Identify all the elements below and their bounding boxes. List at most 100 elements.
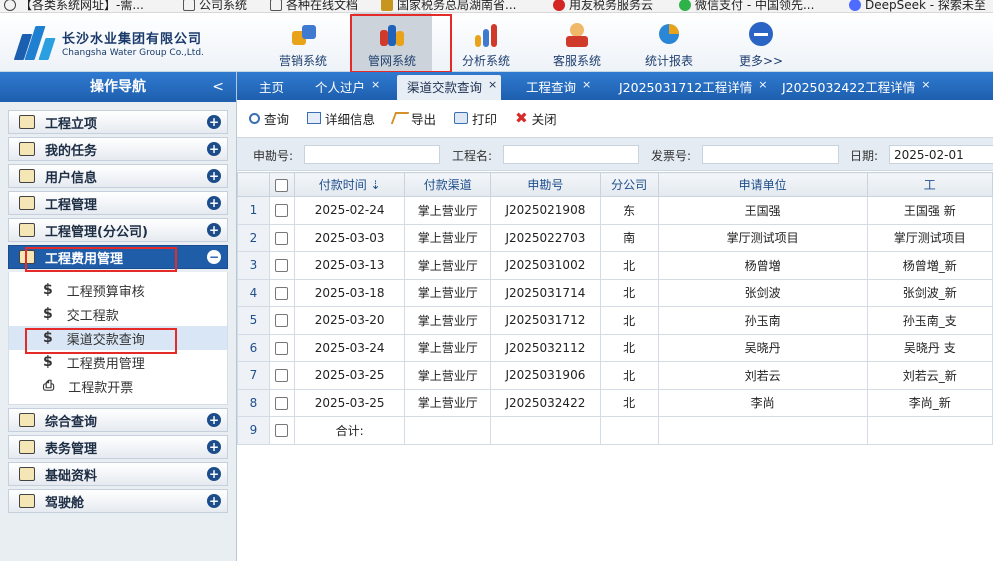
nav-sub-fee-management[interactable]: $ 工程费用管理 (9, 350, 227, 374)
col-header-branch[interactable]: 分公司 (599, 172, 659, 197)
nav-group-comprehensive-query[interactable]: 综合查询 + (8, 408, 228, 432)
nav-sub-channel-payment-query[interactable]: $ 渠道交款查询 (9, 326, 227, 350)
print-button[interactable]: 打印 (454, 109, 497, 128)
bookmark-item[interactable]: 公司系统 (183, 0, 247, 12)
export-button[interactable]: 导出 (390, 109, 436, 128)
tab-project-detail-2[interactable]: J2025032422工程详情 × (772, 75, 934, 100)
table-row[interactable]: 3 2025-03-13 掌上营业厅 J2025031002 北杨曾増 杨曾増_新 (237, 251, 993, 280)
invoice-no-input[interactable] (702, 145, 839, 164)
topnav-pipe-network[interactable]: 管网系统 (352, 13, 432, 72)
checkbox[interactable] (275, 369, 289, 383)
tab-project-query[interactable]: 工程查询 × (516, 75, 595, 100)
row-checkbox-cell[interactable] (268, 333, 295, 362)
checkbox[interactable] (275, 424, 289, 438)
row-checkbox-cell[interactable] (268, 278, 295, 307)
close-icon[interactable]: × (582, 78, 591, 91)
bookmark-item[interactable]: 【各类系统网址】-需... (4, 0, 144, 12)
table-row[interactable]: 1 2025-02-24 掌上营业厅 J2025021908 东王国强 王国强 新 (237, 196, 993, 225)
row-checkbox-cell[interactable] (268, 196, 295, 225)
checkbox[interactable] (275, 231, 289, 245)
cell-payment-channel: 掌上营业厅 (404, 361, 492, 390)
row-checkbox-cell[interactable] (268, 416, 295, 445)
project-name-input[interactable] (503, 145, 639, 164)
tab-home[interactable]: 主页 (249, 75, 288, 100)
nav-group-project-management-branch[interactable]: 工程管理(分公司) + (8, 218, 228, 242)
nav-title: 操作导航 < (0, 72, 236, 102)
nav-group-basic-data[interactable]: 基础资料 + (8, 462, 228, 486)
select-all-checkbox[interactable] (268, 172, 295, 197)
bookmark-item[interactable]: 各种在线文档 (270, 0, 358, 12)
col-header-survey-no[interactable]: 申勘号 (490, 172, 601, 197)
row-checkbox-cell[interactable] (268, 388, 295, 417)
cabinet-icon (19, 223, 35, 237)
col-header-payment-channel[interactable]: 付款渠道 (404, 172, 492, 197)
checkbox[interactable] (275, 314, 289, 328)
expand-icon[interactable]: + (207, 494, 221, 508)
table-row[interactable]: 5 2025-03-20 掌上营业厅 J2025031712 北孙玉南 孙玉南_支 (237, 306, 993, 335)
expand-icon[interactable]: + (207, 169, 221, 183)
expand-icon[interactable]: + (207, 223, 221, 237)
col-header-payment-time[interactable]: 付款时间 ⇣ (293, 172, 406, 197)
bookmark-item[interactable]: 国家税务总局湖南省... (381, 0, 516, 12)
bookmark-item[interactable]: 用友税务服务云 (553, 0, 653, 12)
bookmark-item[interactable]: 微信支付 - 中国领先... (679, 0, 814, 12)
nav-sub-pay-project-fee[interactable]: $ 交工程款 (9, 302, 227, 326)
close-icon[interactable]: × (921, 78, 930, 91)
checkbox[interactable] (275, 396, 289, 410)
row-checkbox-cell[interactable] (268, 306, 295, 335)
nav-group-user-info[interactable]: 用户信息 + (8, 164, 228, 188)
close-icon[interactable]: × (758, 78, 767, 91)
cell-applicant: 杨曾増 (657, 251, 868, 280)
nav-group-cockpit[interactable]: 驾驶舱 + (8, 489, 228, 513)
nav-group-project-setup[interactable]: 工程立项 + (8, 110, 228, 134)
cell-payment-time: 2025-03-24 (293, 333, 406, 362)
row-checkbox-cell[interactable] (268, 251, 295, 280)
topnav-statistics[interactable]: 统计报表 (629, 13, 709, 72)
close-icon[interactable]: × (488, 78, 497, 91)
topnav-analysis[interactable]: 分析系统 (446, 13, 526, 72)
query-button[interactable]: 查询 (249, 109, 289, 128)
nav-sub-invoicing[interactable]: ⎙ 工程款开票 (9, 374, 227, 398)
col-header-applicant[interactable]: 申请单位 (657, 172, 868, 197)
nav-group-project-management[interactable]: 工程管理 + (8, 191, 228, 215)
survey-no-input[interactable] (304, 145, 440, 164)
bookmark-item[interactable]: DeepSeek - 探索未至 (849, 0, 986, 12)
table-row[interactable]: 7 2025-03-25 掌上营业厅 J2025031906 北刘若云 刘若云_新 (237, 361, 993, 390)
table-row[interactable]: 2 2025-03-03 掌上营业厅 J2025022703 南掌厅测试项目 掌厅测试项目 (237, 223, 993, 252)
date-input[interactable] (889, 145, 993, 164)
topnav-customer-service[interactable]: 客服系统 (537, 13, 617, 72)
row-checkbox-cell[interactable] (268, 361, 295, 390)
filter-bar: 申勘号: 工程名: 发票号: 日期: (237, 137, 993, 171)
expand-icon[interactable]: + (207, 142, 221, 156)
expand-icon[interactable]: + (207, 115, 221, 129)
checkbox[interactable] (275, 204, 289, 218)
collapse-icon[interactable]: < (212, 72, 224, 102)
nav-group-project-fee-management[interactable]: 工程费用管理 − (8, 245, 228, 269)
checkbox[interactable] (275, 341, 289, 355)
checkbox[interactable] (275, 286, 289, 300)
checkbox[interactable] (275, 259, 289, 273)
table-row[interactable]: 6 2025-03-24 掌上营业厅 J2025032112 北吴晓丹 吴晓丹 支 (237, 333, 993, 362)
row-checkbox-cell[interactable] (268, 223, 295, 252)
close-icon[interactable]: × (371, 78, 380, 91)
expand-icon[interactable]: + (207, 196, 221, 210)
close-button[interactable]: ✖ 关闭 (515, 109, 557, 128)
topnav-more[interactable]: 更多>> (721, 13, 801, 72)
tab-project-detail-1[interactable]: J2025031712工程详情 × (609, 75, 771, 100)
expand-icon[interactable]: + (207, 413, 221, 427)
tab-personal-transfer[interactable]: 个人过户 × (305, 75, 384, 100)
details-button[interactable]: 详细信息 (307, 109, 375, 128)
expand-icon[interactable]: + (207, 467, 221, 481)
table-row[interactable]: 4 2025-03-18 掌上营业厅 J2025031714 北张剑波 张剑波_新 (237, 278, 993, 307)
expand-icon[interactable]: + (207, 440, 221, 454)
nav-sub-budget-review[interactable]: $ 工程预算审核 (9, 278, 227, 302)
nav-group-meter-management[interactable]: 表务管理 + (8, 435, 228, 459)
tab-channel-payment-query[interactable]: 渠道交款查询 × (397, 75, 502, 100)
collapse-group-icon[interactable]: − (207, 250, 221, 264)
checkbox[interactable] (275, 178, 289, 192)
table-row[interactable]: 8 2025-03-25 掌上营业厅 J2025032422 北李尚 李尚_新 (237, 388, 993, 417)
nav-group-my-tasks[interactable]: 我的任务 + (8, 137, 228, 161)
col-header-project[interactable]: 工 (866, 172, 993, 197)
topnav-marketing[interactable]: 营销系统 (263, 13, 343, 72)
empty-cell (866, 416, 993, 445)
